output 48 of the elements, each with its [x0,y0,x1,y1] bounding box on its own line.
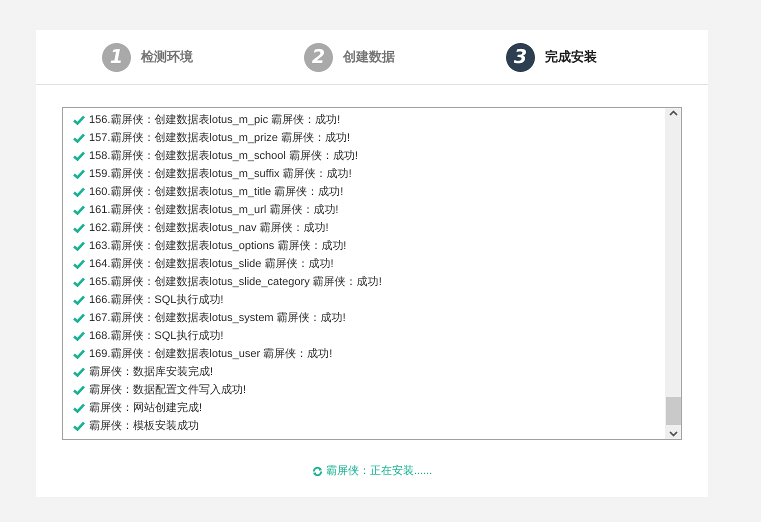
check-icon [73,205,85,215]
check-icon [73,385,85,395]
step-label: 检测环境 [141,48,193,66]
check-icon [73,421,85,431]
status-text: 霸屏侠：正在安装...... [326,464,432,479]
check-icon [73,277,85,287]
check-icon [73,241,85,251]
check-icon [73,313,85,323]
refresh-icon [312,466,323,477]
check-icon [73,259,85,269]
check-icon [73,133,85,143]
log-line: 166.霸屏侠：SQL执行成功! [89,292,224,308]
log-line: 霸屏侠：模板安装成功 [89,418,199,434]
scrollbar[interactable] [665,108,681,439]
log-line: 霸屏侠：网站创建完成! [89,400,202,416]
check-icon [73,169,85,179]
step-number: 3 [506,42,535,72]
log-line: 156.霸屏侠：创建数据表lotus_m_pic 霸屏侠：成功! [89,112,340,128]
step-number: 2 [304,42,333,72]
check-icon [73,295,85,305]
step-label: 创建数据 [343,48,395,66]
check-icon [73,151,85,161]
check-icon [73,349,85,359]
step-label: 完成安装 [545,48,597,66]
check-icon [73,223,85,233]
log-line: 163.霸屏侠：创建数据表lotus_options 霸屏侠：成功! [89,238,346,254]
log-line: 165.霸屏侠：创建数据表lotus_slide_category 霸屏侠：成功! [89,274,382,290]
log-line: 167.霸屏侠：创建数据表lotus_system 霸屏侠：成功! [89,310,346,326]
log-line: 162.霸屏侠：创建数据表lotus_nav 霸屏侠：成功! [89,220,329,236]
log-line: 157.霸屏侠：创建数据表lotus_m_prize 霸屏侠：成功! [89,130,350,146]
log-line: 霸屏侠：数据库安装完成! [89,364,214,380]
scrollbar-thumb[interactable] [666,397,680,425]
log-line: 霸屏侠：数据配置文件写入成功! [89,382,246,398]
check-icon [73,403,85,413]
step-number: 1 [102,42,131,72]
log-line: 159.霸屏侠：创建数据表lotus_m_suffix 霸屏侠：成功! [89,166,352,182]
check-icon [73,367,85,377]
check-icon [73,331,85,341]
check-icon [73,115,85,125]
scroll-up-icon[interactable] [668,108,678,118]
log-line: 168.霸屏侠：SQL执行成功! [89,328,224,344]
log-line: 158.霸屏侠：创建数据表lotus_m_school 霸屏侠：成功! [89,148,358,164]
scroll-down-icon[interactable] [668,429,678,439]
check-icon [73,187,85,197]
log-line: 160.霸屏侠：创建数据表lotus_m_title 霸屏侠：成功! [89,184,344,200]
log-line: 164.霸屏侠：创建数据表lotus_slide 霸屏侠：成功! [89,256,334,272]
log-line: 169.霸屏侠：创建数据表lotus_user 霸屏侠：成功! [89,346,332,362]
log-line: 161.霸屏侠：创建数据表lotus_m_url 霸屏侠：成功! [89,202,338,218]
